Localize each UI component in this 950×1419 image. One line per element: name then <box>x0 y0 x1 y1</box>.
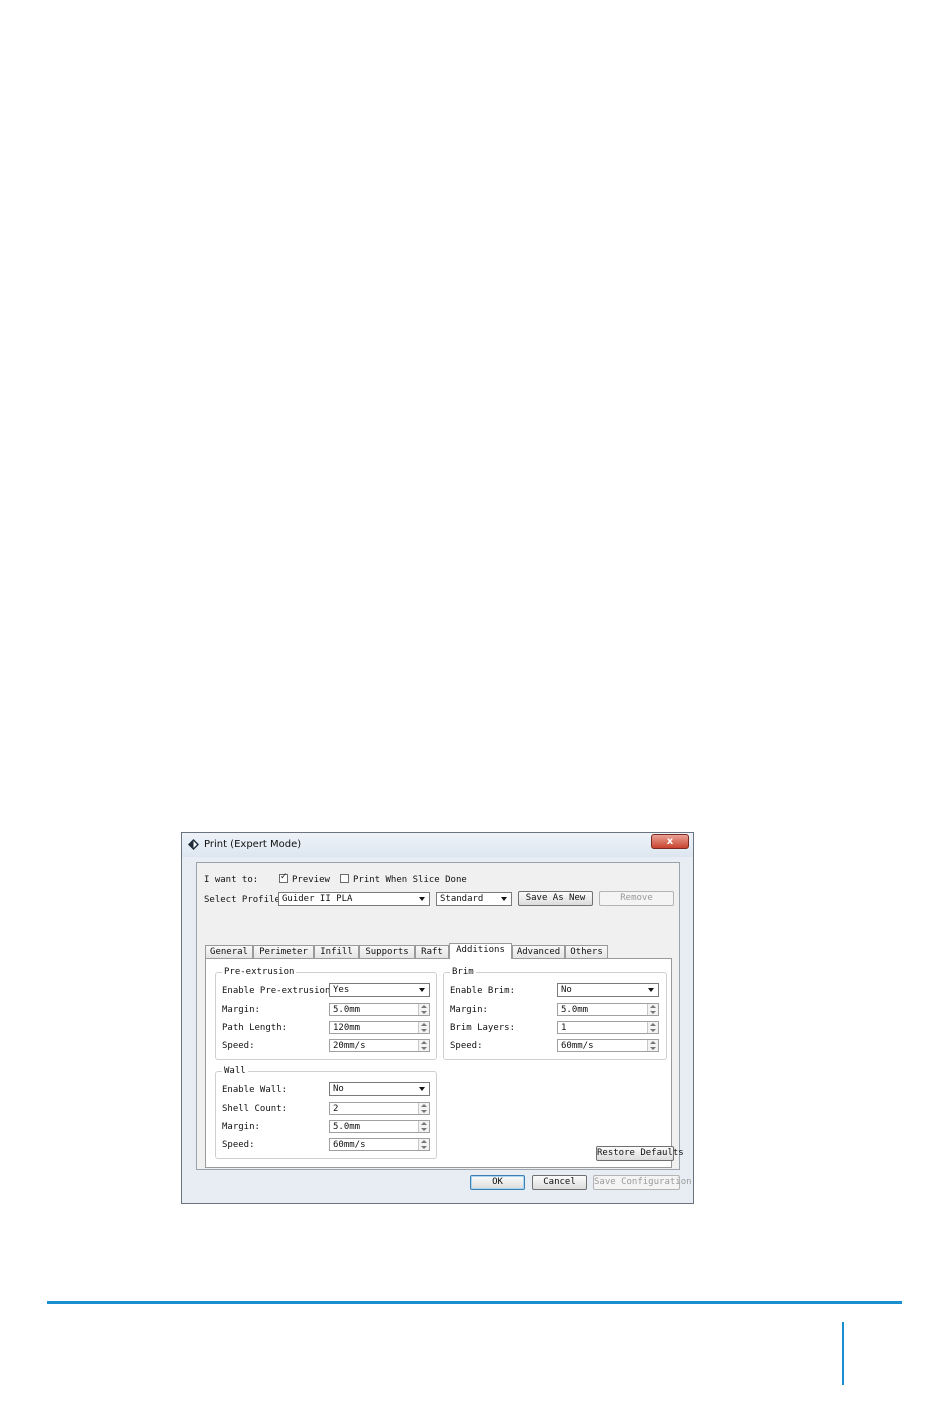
spin-arrows-icon[interactable] <box>418 1040 429 1051</box>
brim-speed-label: Speed: <box>450 1041 483 1051</box>
app-diamond-icon <box>188 839 199 850</box>
path-length-stepper[interactable]: 120mm <box>329 1021 430 1034</box>
profile-select[interactable]: Guider II PLA <box>278 892 430 906</box>
wall-group: Wall Enable Wall: No Shell Count: 2 Marg… <box>215 1066 437 1159</box>
pre-extrusion-title: Pre-extrusion <box>222 967 297 977</box>
wall-speed-label: Speed: <box>222 1140 255 1150</box>
select-profile-label: Select Profile: <box>204 895 286 905</box>
ok-button[interactable]: OK <box>470 1175 525 1190</box>
wall-speed-stepper[interactable]: 60mm/s <box>329 1138 430 1151</box>
wall-title: Wall <box>222 1066 248 1076</box>
footer-divider-line <box>47 1301 902 1304</box>
tab-supports[interactable]: Supports <box>359 945 415 958</box>
enable-wall-value: No <box>333 1084 344 1094</box>
pre-extrusion-group: Pre-extrusion Enable Pre-extrusion: Yes … <box>215 967 437 1060</box>
brim-layers-value: 1 <box>561 1023 567 1033</box>
brim-margin-stepper[interactable]: 5.0mm <box>557 1003 659 1016</box>
enable-brim-select[interactable]: No <box>557 983 659 997</box>
preview-label: Preview <box>292 875 330 885</box>
tab-additions[interactable]: Additions <box>449 943 512 959</box>
shell-count-value: 2 <box>333 1104 339 1114</box>
brim-layers-stepper[interactable]: 1 <box>557 1021 659 1034</box>
chevron-down-icon <box>419 1087 425 1091</box>
dialog-body: I want to: Preview Print When Slice Done… <box>196 862 684 1170</box>
tab-infill[interactable]: Infill <box>314 945 359 958</box>
remove-button[interactable]: Remove <box>599 891 674 906</box>
brim-speed-stepper[interactable]: 60mm/s <box>557 1039 659 1052</box>
spin-arrows-icon[interactable] <box>418 1139 429 1150</box>
brim-title: Brim <box>450 967 476 977</box>
enable-pre-extrusion-select[interactable]: Yes <box>329 983 430 997</box>
quality-select[interactable]: Standard <box>436 892 512 906</box>
spin-arrows-icon[interactable] <box>647 1004 658 1015</box>
additions-tab-panel: Pre-extrusion Enable Pre-extrusion: Yes … <box>205 958 672 1168</box>
print-when-slice-done-label: Print When Slice Done <box>353 875 467 885</box>
wall-margin-value: 5.0mm <box>333 1122 361 1132</box>
enable-brim-value: No <box>561 985 572 995</box>
wall-margin-label: Margin: <box>222 1122 260 1132</box>
enable-pre-extrusion-label: Enable Pre-extrusion: <box>222 986 336 996</box>
spin-arrows-icon[interactable] <box>418 1022 429 1033</box>
chevron-down-icon <box>419 988 425 992</box>
pre-extrusion-speed-label: Speed: <box>222 1041 255 1051</box>
close-button[interactable]: x <box>651 834 689 849</box>
print-when-slice-done-checkbox[interactable] <box>340 874 349 883</box>
tab-advanced[interactable]: Advanced <box>512 945 565 958</box>
shell-count-stepper[interactable]: 2 <box>329 1102 430 1115</box>
brim-group: Brim Enable Brim: No Margin: 5.0mm Brim … <box>443 967 667 1060</box>
shell-count-label: Shell Count: <box>222 1104 288 1114</box>
chevron-down-icon <box>419 897 425 901</box>
cancel-button[interactable]: Cancel <box>532 1175 587 1190</box>
footer-vertical-bar <box>842 1322 844 1385</box>
tab-raft[interactable]: Raft <box>415 945 449 958</box>
chevron-down-icon <box>648 988 654 992</box>
pre-extrusion-margin-label: Margin: <box>222 1005 260 1015</box>
window-title: Print (Expert Mode) <box>204 839 302 850</box>
path-length-label: Path Length: <box>222 1023 288 1033</box>
chevron-down-icon <box>501 897 507 901</box>
spin-arrows-icon[interactable] <box>418 1121 429 1132</box>
save-as-new-button[interactable]: Save As New <box>518 891 593 906</box>
enable-pre-extrusion-value: Yes <box>333 985 350 995</box>
pre-extrusion-speed-stepper[interactable]: 20mm/s <box>329 1039 430 1052</box>
quality-select-value: Standard <box>440 894 484 904</box>
enable-wall-label: Enable Wall: <box>222 1085 288 1095</box>
spin-arrows-icon[interactable] <box>418 1103 429 1114</box>
pre-extrusion-margin-stepper[interactable]: 5.0mm <box>329 1003 430 1016</box>
path-length-value: 120mm <box>333 1023 361 1033</box>
brim-layers-label: Brim Layers: <box>450 1023 516 1033</box>
tab-others[interactable]: Others <box>565 945 608 958</box>
spin-arrows-icon[interactable] <box>647 1022 658 1033</box>
brim-margin-label: Margin: <box>450 1005 488 1015</box>
title-bar[interactable]: Print (Expert Mode) x <box>182 833 693 857</box>
profile-select-value: Guider II PLA <box>282 894 353 904</box>
wall-margin-stepper[interactable]: 5.0mm <box>329 1120 430 1133</box>
enable-wall-select[interactable]: No <box>329 1082 430 1096</box>
pre-extrusion-speed-value: 20mm/s <box>333 1041 366 1051</box>
brim-speed-value: 60mm/s <box>561 1041 594 1051</box>
i-want-to-label: I want to: <box>204 875 259 885</box>
pre-extrusion-margin-value: 5.0mm <box>333 1005 361 1015</box>
print-expert-mode-dialog: Print (Expert Mode) x I want to: Preview… <box>181 832 694 1204</box>
spin-arrows-icon[interactable] <box>647 1040 658 1051</box>
tab-general[interactable]: General <box>205 945 253 958</box>
save-configuration-button[interactable]: Save Configuration <box>593 1175 692 1190</box>
restore-defaults-button[interactable]: Restore Defaults <box>596 1146 684 1161</box>
brim-margin-value: 5.0mm <box>561 1005 589 1015</box>
wall-speed-value: 60mm/s <box>333 1140 366 1150</box>
preview-checkbox[interactable] <box>279 872 288 883</box>
enable-brim-label: Enable Brim: <box>450 986 516 996</box>
spin-arrows-icon[interactable] <box>418 1004 429 1015</box>
tab-perimeter[interactable]: Perimeter <box>253 945 314 958</box>
